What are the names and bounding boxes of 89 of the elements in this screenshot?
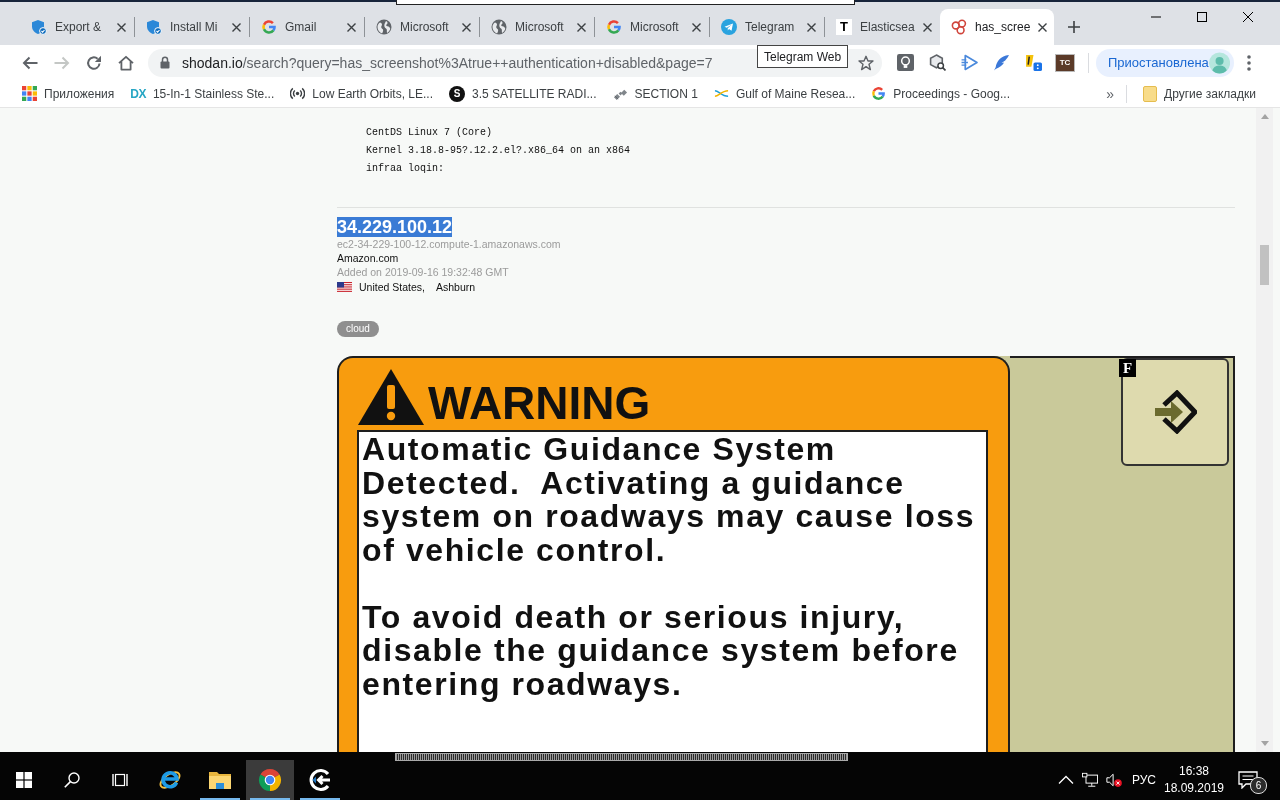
rings-icon xyxy=(951,19,967,35)
scrollbar-thumb[interactable] xyxy=(1260,245,1269,285)
notification-count: 6 xyxy=(1250,777,1267,794)
arrow-circle-icon xyxy=(308,768,332,792)
feather-icon xyxy=(992,54,1010,71)
close-icon[interactable] xyxy=(807,22,816,32)
lock-icon xyxy=(160,56,170,69)
bookmark[interactable]: Low Earth Orbits, LE... xyxy=(282,81,441,106)
task-view-icon xyxy=(112,772,128,788)
shield-icon xyxy=(146,19,162,35)
country: United States, xyxy=(359,280,425,294)
added-date: Added on 2019-09-16 19:32:48 GMT xyxy=(337,265,509,279)
banner-line: CentDS Linux 7 (Core) xyxy=(365,126,493,140)
warning-triangle-icon xyxy=(357,368,425,426)
language-button[interactable]: РУС xyxy=(1126,760,1162,800)
app-grid-icon xyxy=(22,86,37,101)
close-icon[interactable] xyxy=(577,22,586,32)
taskbar-app[interactable] xyxy=(246,760,294,800)
favicon-letter: DX xyxy=(130,86,146,101)
favicon-letter: T xyxy=(836,19,852,35)
browser-tab[interactable]: T Elasticsea xyxy=(825,9,939,45)
close-icon[interactable] xyxy=(462,22,471,32)
extension-button[interactable]: TC xyxy=(1049,48,1081,77)
close-icon[interactable] xyxy=(1038,22,1048,32)
browser-tab[interactable]: Microsoft xyxy=(595,9,709,45)
warning-heading: WARNING xyxy=(428,380,651,426)
g-logo-icon xyxy=(606,19,622,35)
lightbulb-icon xyxy=(896,54,914,71)
tooltip: Telegram Web xyxy=(757,45,849,68)
city: Ashburn xyxy=(435,280,476,294)
profile-button[interactable]: Приостановлена xyxy=(1096,48,1234,77)
bookmark[interactable]: SECTION 1 xyxy=(604,81,706,106)
banner-line: Kernel 3.18.8-95?.12.2.el?.x86_64 on an x864 xyxy=(365,144,631,158)
flag-icon xyxy=(337,282,352,292)
bookmark[interactable]: Приложения xyxy=(14,81,123,106)
favicon-letter: S xyxy=(449,85,465,102)
browser-tab[interactable]: Gmail xyxy=(250,9,364,45)
maximize-icon xyxy=(1197,12,1207,22)
broadcast-icon xyxy=(290,86,306,101)
bookmarks-overflow-button[interactable]: » xyxy=(1098,81,1123,106)
paper-plane-icon xyxy=(721,19,737,35)
network-icon xyxy=(1082,772,1098,788)
ip-address-link[interactable]: 34.229.100.12 xyxy=(337,217,453,237)
play-icon xyxy=(960,54,978,71)
close-icon[interactable] xyxy=(232,22,241,32)
close-icon[interactable] xyxy=(922,22,932,32)
browser-tab[interactable]: Microsoft xyxy=(480,9,594,45)
notifications-button[interactable]: 6 xyxy=(1226,760,1270,800)
warning-text: Automatic Guidance System Detected. Activating a guidance system on roadways may cause loss of vehicle control. xyxy=(362,433,977,567)
globe-icon xyxy=(376,19,392,35)
more-icon xyxy=(1247,54,1251,71)
other-bookmarks-button[interactable]: Другие закладки xyxy=(1135,81,1264,106)
browser-tab[interactable]: Telegram xyxy=(710,9,824,45)
shield-icon xyxy=(31,19,47,35)
g-logo-icon xyxy=(261,19,277,35)
hexagon-magnifier-icon xyxy=(928,54,946,71)
browser-tab[interactable]: has_scree xyxy=(940,9,1054,45)
warning-text: To avoid death or serious injury, disable the guidance system before entering roadways. xyxy=(362,600,960,701)
message-icon xyxy=(1238,771,1258,789)
bookmark[interactable]: DX 15-In-1 Stainless Ste... xyxy=(122,81,283,106)
plus-icon xyxy=(1068,21,1080,33)
organization: Amazon.com xyxy=(337,251,399,265)
browser-tab[interactable]: Export & xyxy=(20,9,134,45)
key-label: F xyxy=(1119,359,1136,377)
globe-icon xyxy=(491,19,507,35)
close-icon[interactable] xyxy=(347,22,356,32)
favicon-letter: TC xyxy=(1055,53,1075,72)
bookmark[interactable]: S 3.5 SATELLITE RADI... xyxy=(441,81,605,106)
scrollbar[interactable] xyxy=(1256,108,1273,752)
close-icon[interactable] xyxy=(117,22,126,32)
browser-tab[interactable]: Install Mi xyxy=(135,9,249,45)
enter-arrow-icon xyxy=(1153,390,1197,434)
search-icon xyxy=(64,772,80,788)
clock-button[interactable]: 16:38 18.09.2019 xyxy=(1162,760,1226,800)
browser-tab[interactable]: Microsoft xyxy=(365,9,479,45)
browser-logo-icon xyxy=(258,768,282,792)
flag-badge-icon xyxy=(1024,54,1042,71)
star-icon[interactable] xyxy=(858,54,874,71)
folder-icon xyxy=(1143,85,1158,102)
avatar-icon xyxy=(1208,51,1230,74)
close-icon xyxy=(1243,12,1253,22)
bookmark[interactable]: Proceedings - Goog... xyxy=(863,81,1018,106)
banner-line: infraa loqin: xyxy=(365,162,444,176)
e-logo-icon xyxy=(158,768,182,792)
g-logo-icon xyxy=(871,86,887,101)
close-icon[interactable] xyxy=(692,22,701,32)
windows-logo-icon xyxy=(16,772,32,788)
hostname: ec2-34-229-100-12.compute-1.amazonaws.com xyxy=(337,237,561,251)
bookmark[interactable]: Gulf of Maine Resea... xyxy=(705,81,864,106)
